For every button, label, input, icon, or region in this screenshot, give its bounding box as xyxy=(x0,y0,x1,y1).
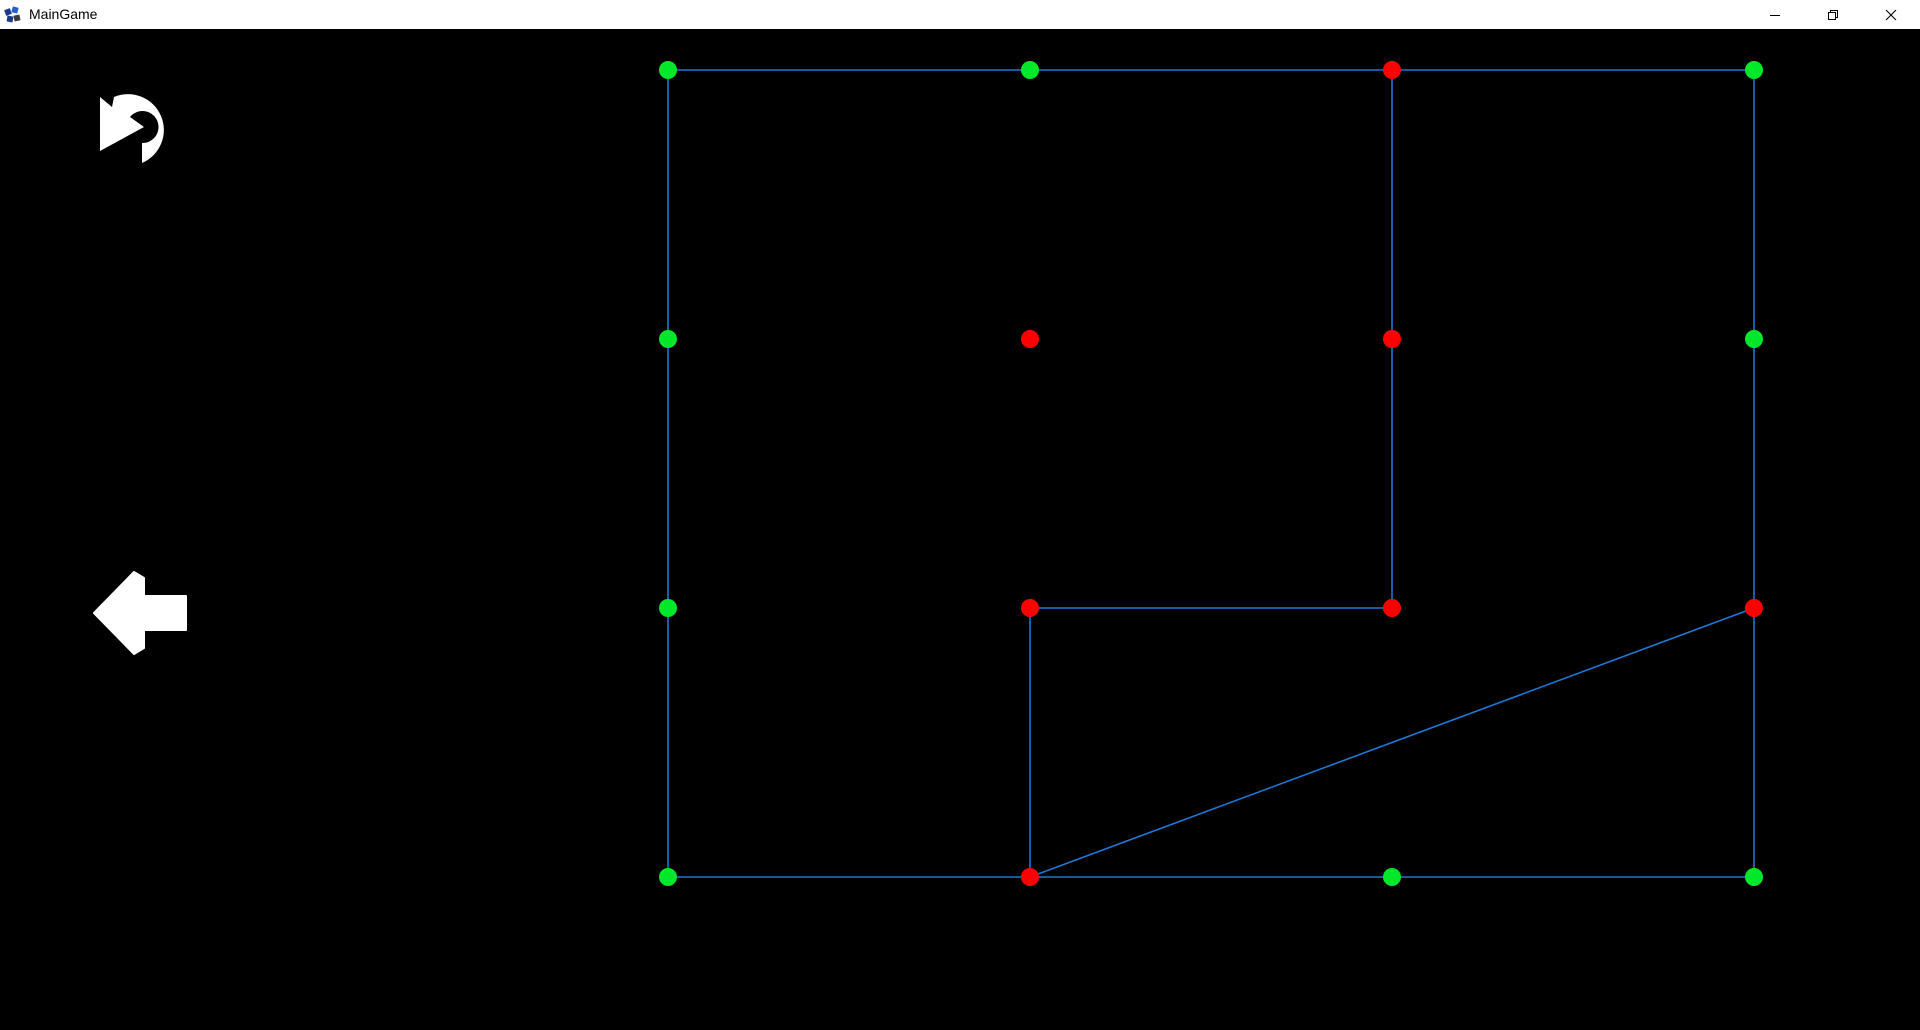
node-green-0-2[interactable] xyxy=(659,599,677,617)
node-green-0-1[interactable] xyxy=(659,330,677,348)
app-logo-icon xyxy=(3,5,23,25)
node-green-3-3[interactable] xyxy=(1745,868,1763,886)
node-red-2-0[interactable] xyxy=(1383,61,1401,79)
window-title: MainGame xyxy=(29,6,98,22)
node-green-0-3[interactable] xyxy=(659,868,677,886)
game-window: MainGame xyxy=(0,0,1920,1030)
undo-icon xyxy=(100,94,164,163)
edge-n-1-3-n-3-2 xyxy=(1029,607,1755,878)
restore-icon xyxy=(1828,9,1838,20)
close-button[interactable] xyxy=(1862,0,1920,29)
edges-layer xyxy=(667,69,1755,878)
nodes-layer xyxy=(659,61,1763,886)
window-controls xyxy=(1746,0,1920,29)
back-arrow-icon xyxy=(93,571,187,655)
game-board xyxy=(659,61,1763,886)
title-bar[interactable]: MainGame xyxy=(0,0,1920,29)
minimize-icon xyxy=(1770,14,1780,16)
node-green-3-0[interactable] xyxy=(1745,61,1763,79)
restore-button[interactable] xyxy=(1804,0,1862,29)
node-green-2-3[interactable] xyxy=(1383,868,1401,886)
node-red-1-3[interactable] xyxy=(1021,868,1039,886)
node-red-1-2[interactable] xyxy=(1021,599,1039,617)
node-green-0-0[interactable] xyxy=(659,61,677,79)
game-area xyxy=(0,29,1920,1030)
node-green-1-0[interactable] xyxy=(1021,61,1039,79)
back-button[interactable] xyxy=(90,570,188,656)
node-red-2-2[interactable] xyxy=(1383,599,1401,617)
undo-button[interactable] xyxy=(96,79,190,169)
close-icon xyxy=(1885,9,1897,20)
minimize-button[interactable] xyxy=(1746,0,1804,29)
node-red-1-1[interactable] xyxy=(1021,330,1039,348)
node-red-3-2[interactable] xyxy=(1745,599,1763,617)
node-green-3-1[interactable] xyxy=(1745,330,1763,348)
node-red-2-1[interactable] xyxy=(1383,330,1401,348)
